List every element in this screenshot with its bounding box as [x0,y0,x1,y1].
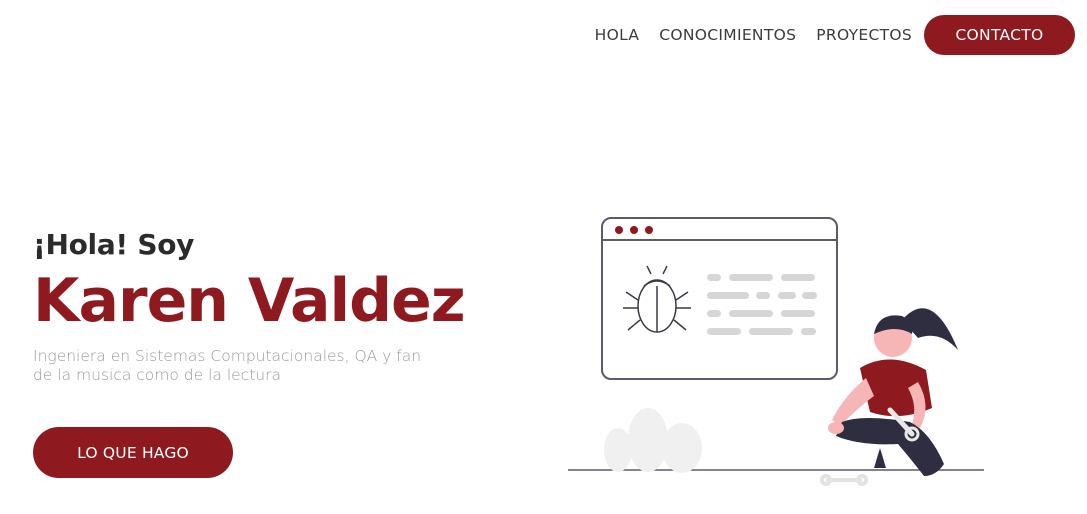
tagline-line-1: Ingeniera en Sistemas Computacionales, Q… [33,347,422,365]
hero-section: ¡Hola! Soy Karen Valdez Ingeniera en Sis… [33,228,466,385]
greeting-heading: ¡Hola! Soy [33,228,195,261]
contact-button[interactable]: CONTACTO [924,15,1075,55]
what-i-do-button[interactable]: LO QUE HAGO [33,427,233,478]
tagline: Ingeniera en Sistemas Computacionales, Q… [33,347,463,385]
tagline-line-2: de la musica como de la lectura [33,366,281,384]
nav-link-hola[interactable]: HOLA [595,26,640,44]
person-with-wrench-illustration [828,308,958,476]
top-navigation: HOLA CONOCIMIENTOS PROYECTOS CONTACTO [595,14,1075,56]
browser-window-icon [601,217,838,380]
nav-link-proyectos[interactable]: PROYECTOS [816,26,912,44]
name-heading: Karen Valdez [33,266,466,336]
nav-link-conocimientos[interactable]: CONOCIMIENTOS [659,26,796,44]
plant-icon [604,408,702,473]
hero-illustration [568,217,984,486]
wrench-icon [820,474,868,486]
